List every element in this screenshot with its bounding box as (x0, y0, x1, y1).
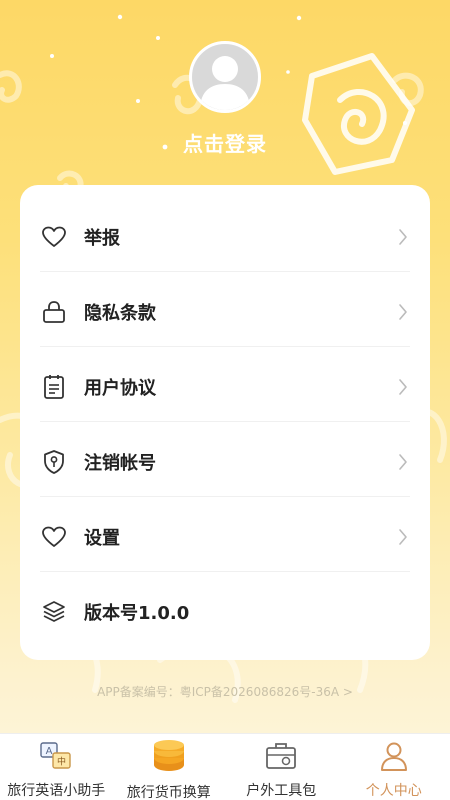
avatar-silhouette-icon (200, 56, 250, 110)
menu-item-version: 版本号1.0.0 (40, 574, 410, 649)
tab-label: 户外工具包 (246, 783, 317, 799)
shield-key-icon (40, 448, 68, 476)
tab-label: 个人中心 (365, 783, 422, 799)
menu-item-label: 设置 (84, 527, 120, 549)
menu-item-label: 注销帐号 (84, 452, 156, 474)
settings-card: 举报 隐私条款 用户协议 注销帐号 设置 版本号1.0.0 (20, 185, 430, 660)
menu-item-label: 用户协议 (84, 377, 156, 399)
menu-item-privacy[interactable]: 隐私条款 (40, 274, 410, 349)
svg-text:A: A (46, 746, 53, 757)
person-icon (376, 740, 412, 772)
svg-text:中: 中 (57, 756, 66, 768)
tab-currency-converter[interactable]: 旅行货币换算 (113, 734, 226, 800)
chevron-right-icon (396, 452, 410, 472)
layers-icon (40, 598, 68, 626)
tab-outdoor-toolkit[interactable]: 户外工具包 (225, 734, 338, 800)
tab-english-assistant[interactable]: A 中 旅行英语小助手 (0, 734, 113, 800)
heart-icon (40, 223, 68, 251)
login-link[interactable]: 点击登录 (0, 128, 450, 157)
divider (40, 421, 410, 422)
chevron-right-icon (396, 527, 410, 547)
document-icon (40, 373, 68, 401)
tab-label: 旅行英语小助手 (7, 783, 106, 799)
divider (40, 496, 410, 497)
tab-label: 旅行货币换算 (126, 785, 211, 800)
chevron-right-icon (396, 377, 410, 397)
divider (40, 571, 410, 572)
tab-profile[interactable]: 个人中心 (338, 734, 450, 800)
divider (40, 346, 410, 347)
menu-item-user-agreement[interactable]: 用户协议 (40, 349, 410, 424)
icp-record-link[interactable]: APP备案编号：粤ICP备2026086826号-36A > (0, 683, 450, 700)
bottom-tab-bar: A 中 旅行英语小助手 旅行货币换算 户外工具包 个人中心 (0, 733, 450, 800)
avatar[interactable] (189, 41, 261, 113)
lock-icon (40, 298, 68, 326)
divider (40, 271, 410, 272)
chevron-right-icon (396, 302, 410, 322)
menu-item-label: 版本号1.0.0 (84, 602, 190, 624)
menu-item-delete-account[interactable]: 注销帐号 (40, 424, 410, 499)
menu-item-settings[interactable]: 设置 (40, 499, 410, 574)
chevron-right-icon (396, 227, 410, 247)
toolbox-icon (263, 740, 299, 772)
menu-item-label: 隐私条款 (84, 302, 156, 324)
menu-item-label: 举报 (84, 227, 120, 249)
translate-icon: A 中 (38, 740, 74, 772)
menu-item-report[interactable]: 举报 (40, 199, 410, 274)
coins-icon (151, 740, 187, 774)
heart-icon (40, 523, 68, 551)
